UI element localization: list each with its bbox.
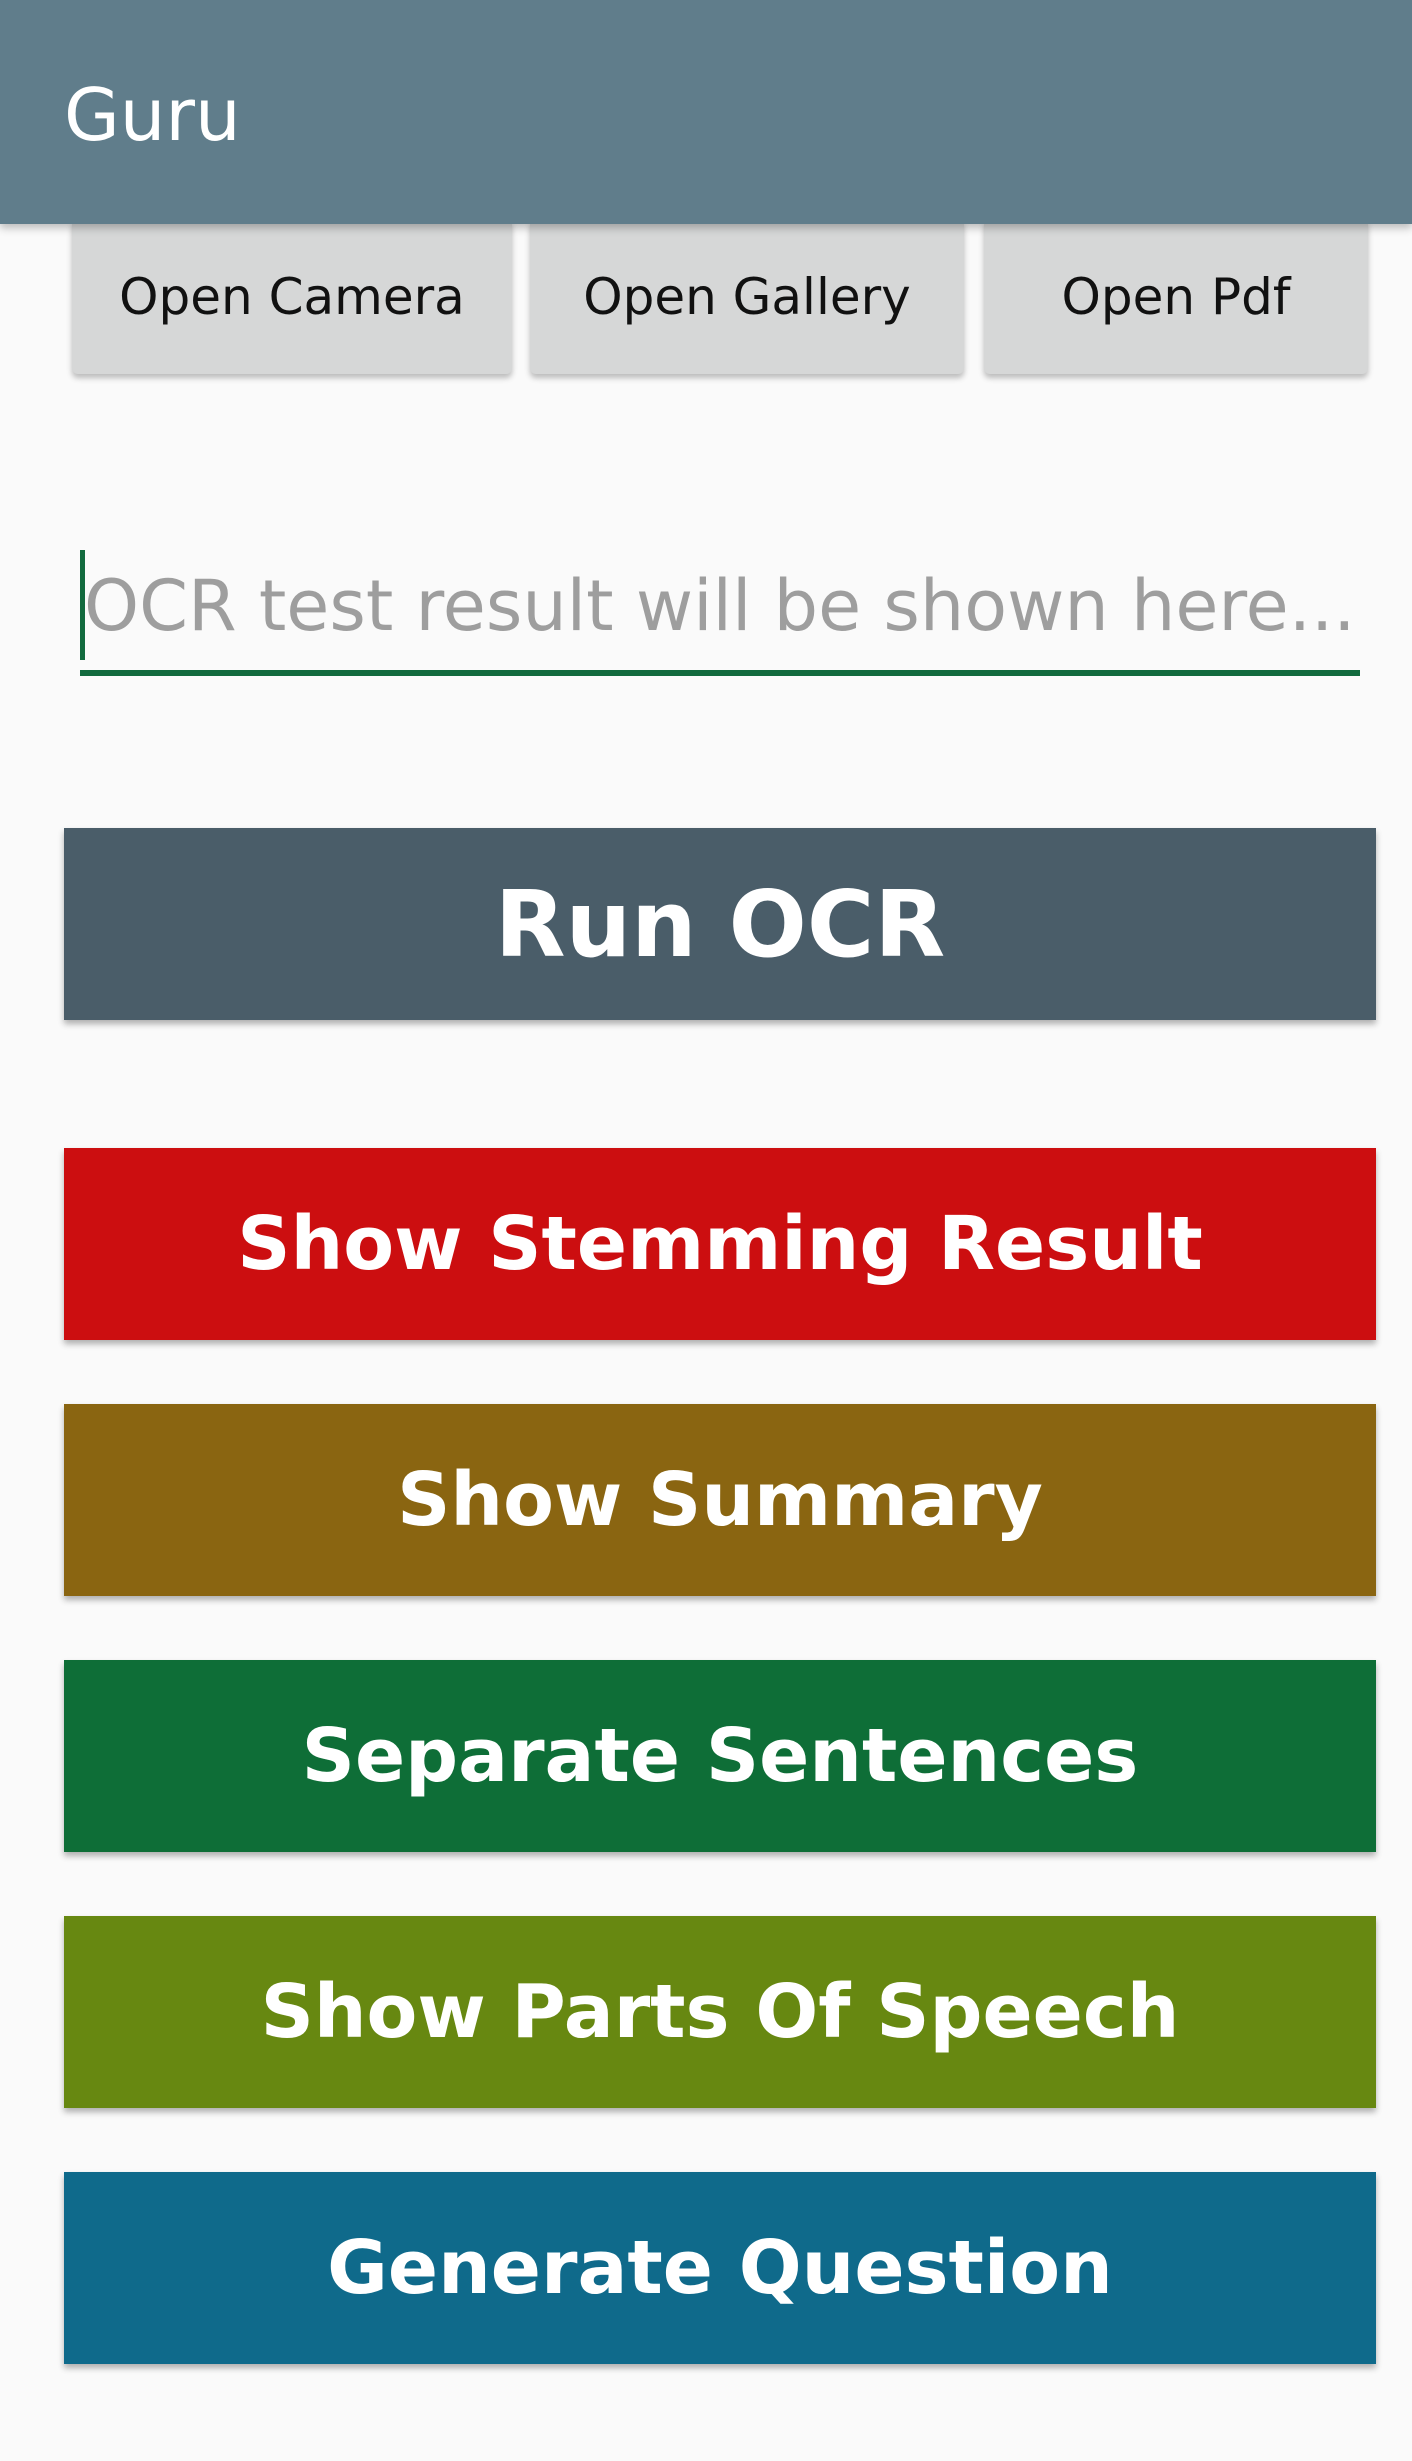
app-bar: Guru <box>0 0 1412 224</box>
generate-question-button[interactable]: Generate Question <box>64 2172 1376 2364</box>
open-camera-button[interactable]: Open Camera <box>72 220 512 374</box>
show-stemming-result-button[interactable]: Show Stemming Result <box>64 1148 1376 1340</box>
show-parts-of-speech-button[interactable]: Show Parts Of Speech <box>64 1916 1376 2108</box>
show-summary-button[interactable]: Show Summary <box>64 1404 1376 1596</box>
app-title: Guru <box>64 73 241 157</box>
run-ocr-button[interactable]: Run OCR <box>64 828 1376 1020</box>
separate-sentences-button[interactable]: Separate Sentences <box>64 1660 1376 1852</box>
ocr-result-field[interactable]: OCR test result will be shown here... <box>80 540 1360 676</box>
ocr-result-placeholder: OCR test result will be shown here... <box>84 565 1356 647</box>
open-gallery-button[interactable]: Open Gallery <box>530 220 964 374</box>
open-pdf-button[interactable]: Open Pdf <box>984 220 1368 374</box>
